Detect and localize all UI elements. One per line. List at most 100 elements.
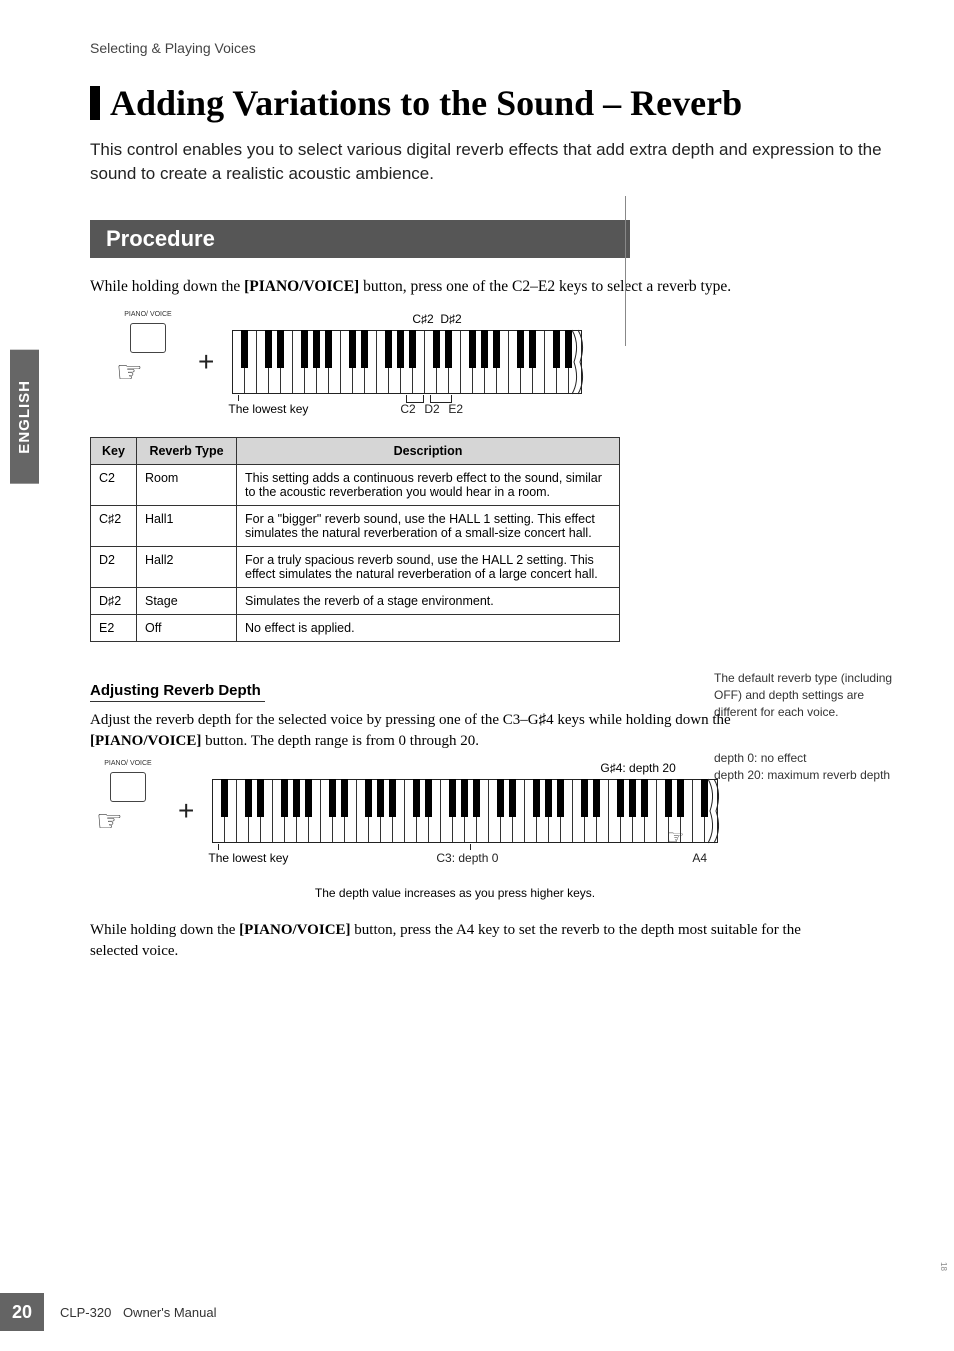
white-key	[273, 780, 285, 842]
white-key	[365, 331, 377, 393]
table-row: D2Hall2For a truly spacious reverb sound…	[91, 547, 620, 588]
th-key: Key	[91, 438, 137, 465]
procedure-pre: While holding down the	[90, 278, 244, 295]
white-key	[473, 331, 485, 393]
white-key	[429, 780, 441, 842]
keyboard-break-icon	[570, 326, 588, 398]
white-key	[393, 780, 405, 842]
page-number: 20	[0, 1293, 44, 1331]
table-row: C2RoomThis setting adds a continuous rev…	[91, 465, 620, 506]
white-key	[293, 331, 305, 393]
label-d2: D2	[424, 402, 439, 416]
white-key	[645, 780, 657, 842]
cell-type: Hall2	[137, 547, 237, 588]
white-key	[537, 780, 549, 842]
white-key	[413, 331, 425, 393]
white-key	[609, 780, 621, 842]
tick	[238, 395, 239, 401]
plus-icon: +	[198, 346, 214, 378]
cell-desc: Simulates the reverb of a stage environm…	[237, 588, 620, 615]
hand-icon-a4: ☞	[666, 825, 684, 850]
language-tab: ENGLISH	[10, 350, 39, 484]
side-note-1: The default reverb type (including OFF) …	[714, 670, 894, 720]
piano-voice-button-icon: PIANO/ VOICE ☞	[110, 317, 180, 407]
white-key	[353, 331, 365, 393]
cell-key: D♯2	[91, 588, 137, 615]
white-key	[425, 331, 437, 393]
white-key	[309, 780, 321, 842]
white-key	[249, 780, 261, 842]
cell-type: Stage	[137, 588, 237, 615]
footer-manual-text: Owner's Manual	[123, 1305, 217, 1320]
cell-type: Off	[137, 615, 237, 642]
title-accent-bar	[90, 86, 100, 120]
button-small-label-2: PIANO/ VOICE	[101, 760, 155, 767]
white-key	[389, 331, 401, 393]
white-key	[245, 331, 257, 393]
white-key	[357, 780, 369, 842]
white-key	[345, 780, 357, 842]
white-key	[461, 331, 473, 393]
keyboard-diagram-2	[212, 779, 718, 843]
white-key	[333, 780, 345, 842]
white-key	[381, 780, 393, 842]
white-key	[377, 331, 389, 393]
intro-text: This control enables you to select vario…	[90, 138, 894, 186]
page-title: Adding Variations to the Sound – Reverb	[110, 82, 742, 124]
th-type: Reverb Type	[137, 438, 237, 465]
white-key	[269, 331, 281, 393]
white-key	[513, 780, 525, 842]
white-key	[489, 780, 501, 842]
white-key	[453, 780, 465, 842]
white-key	[437, 331, 449, 393]
white-key	[501, 780, 513, 842]
white-key	[401, 331, 413, 393]
cell-key: C2	[91, 465, 137, 506]
page-footer: 20 CLP-320 Owner's Manual	[0, 1293, 216, 1331]
white-key	[417, 780, 429, 842]
white-key	[533, 331, 545, 393]
table-row: D♯2StageSimulates the reverb of a stage …	[91, 588, 620, 615]
cell-desc: For a "bigger" reverb sound, use the HAL…	[237, 506, 620, 547]
white-key	[549, 780, 561, 842]
depth-btn: [PIANO/VOICE]	[90, 733, 201, 749]
white-key	[441, 780, 453, 842]
white-key	[557, 331, 569, 393]
tiny-side-number: 18	[939, 1262, 948, 1271]
label-c3: C3: depth 0	[436, 851, 498, 865]
white-key	[465, 780, 477, 842]
table-row: C♯2Hall1For a "bigger" reverb sound, use…	[91, 506, 620, 547]
keyboard-diagram-1	[232, 330, 582, 394]
cell-type: Room	[137, 465, 237, 506]
white-key	[693, 780, 705, 842]
white-key	[621, 780, 633, 842]
white-key	[233, 331, 245, 393]
post-pre: While holding down the	[90, 922, 239, 938]
hand-icon-2: ☞	[96, 804, 123, 839]
procedure-text: While holding down the [PIANO/VOICE] but…	[90, 276, 810, 298]
white-key	[449, 331, 461, 393]
breadcrumb: Selecting & Playing Voices	[90, 40, 894, 56]
depth-caption: The depth value increases as you press h…	[185, 886, 725, 900]
white-key	[341, 331, 353, 393]
cell-key: C♯2	[91, 506, 137, 547]
label-dsharp2: D♯2	[440, 312, 461, 326]
post-btn: [PIANO/VOICE]	[239, 922, 350, 938]
reverb-table: Key Reverb Type Description C2RoomThis s…	[90, 437, 620, 642]
cell-key: E2	[91, 615, 137, 642]
white-key	[305, 331, 317, 393]
white-key	[573, 780, 585, 842]
white-key	[213, 780, 225, 842]
hand-icon: ☞	[116, 355, 143, 390]
depth-underline	[90, 701, 265, 702]
white-key	[521, 331, 533, 393]
white-key	[497, 331, 509, 393]
table-row: E2OffNo effect is applied.	[91, 615, 620, 642]
piano-voice-button-icon-2: PIANO/ VOICE ☞	[90, 766, 160, 856]
white-key	[485, 331, 497, 393]
white-key	[633, 780, 645, 842]
white-key	[281, 331, 293, 393]
white-key	[285, 780, 297, 842]
cell-desc: This setting adds a continuous reverb ef…	[237, 465, 620, 506]
white-key	[369, 780, 381, 842]
